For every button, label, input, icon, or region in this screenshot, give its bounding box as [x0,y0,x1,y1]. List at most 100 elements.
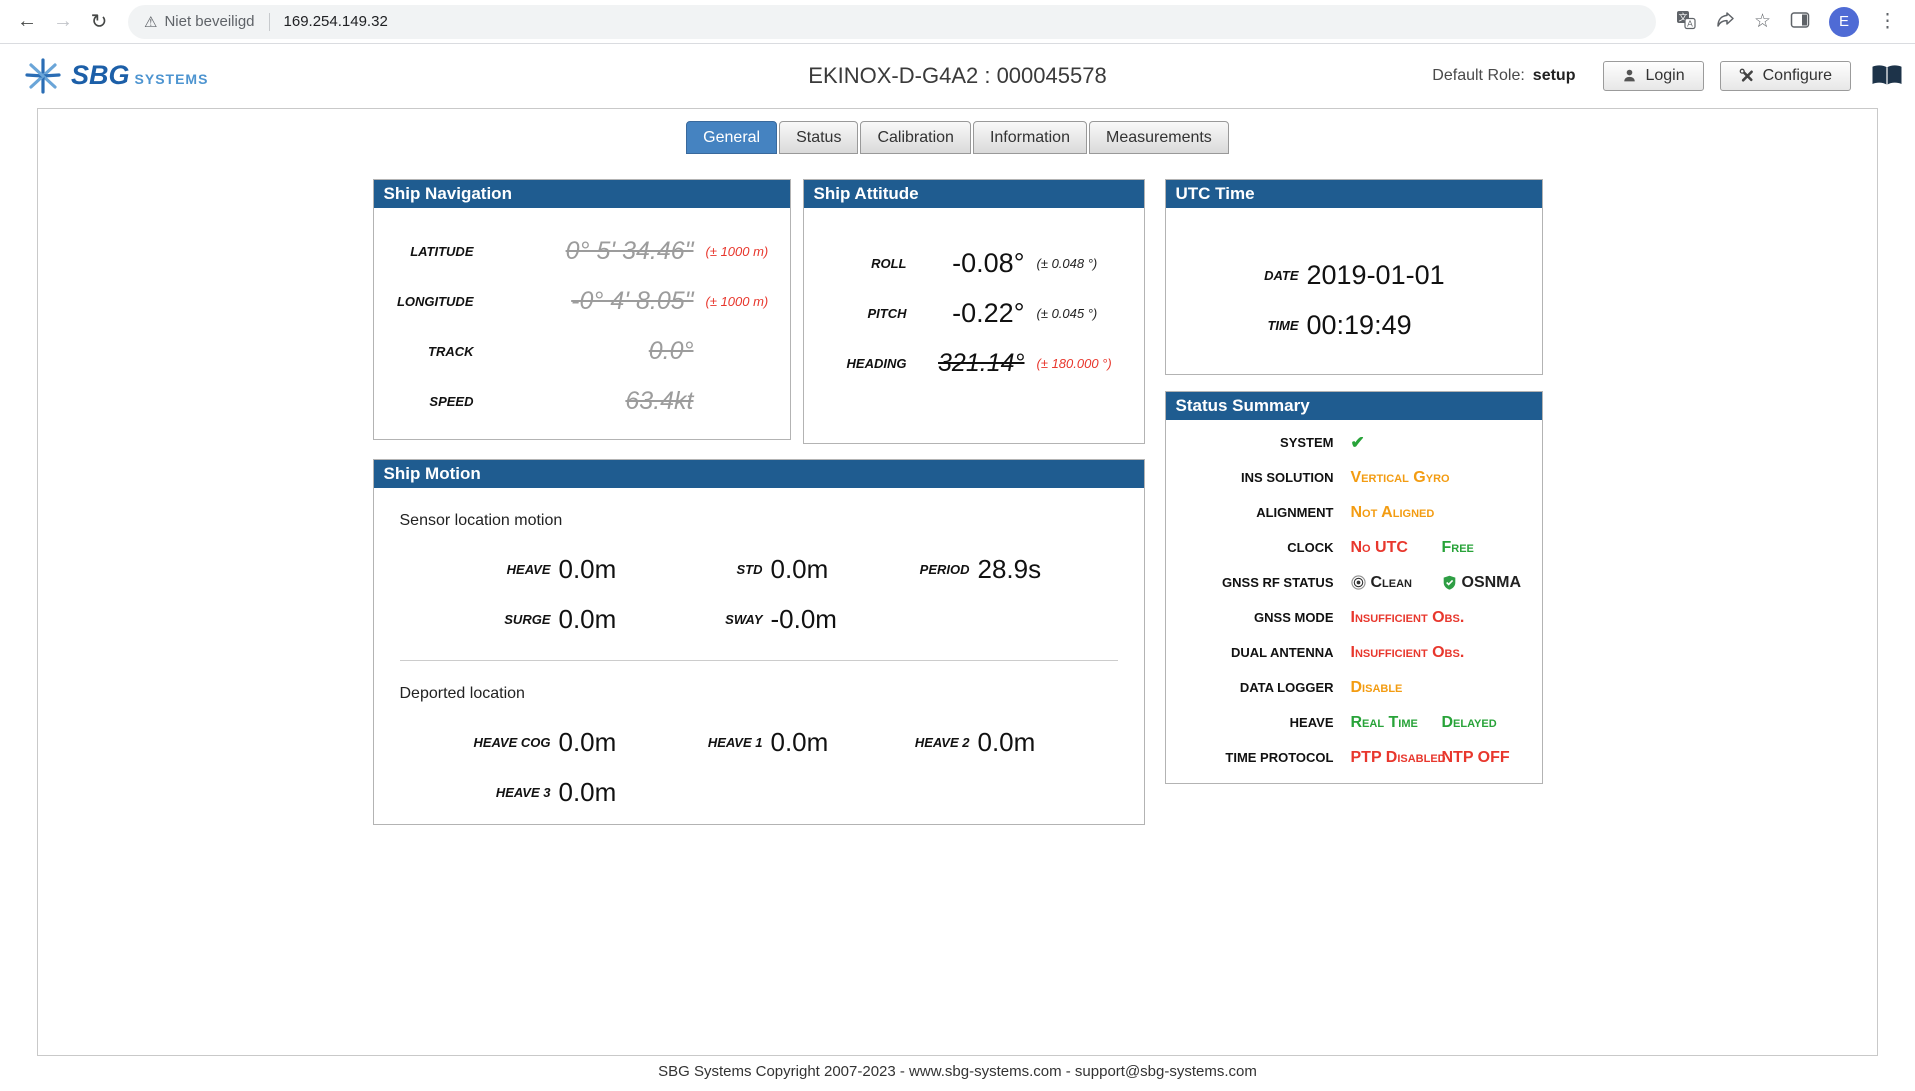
reload-icon[interactable]: ↻ [82,5,116,39]
track-value: 0.0° [474,337,694,366]
check-icon: ✔ [1351,434,1365,451]
person-icon [1622,68,1637,83]
main-content-box: General Status Calibration Information M… [37,108,1878,1056]
shield-check-icon [1442,575,1457,590]
ship-navigation-panel: Ship Navigation LATITUDE 0° 5' 34.46" (±… [373,179,791,440]
roll-accuracy: (± 0.048 °) [1025,256,1144,271]
ship-motion-title: Ship Motion [374,460,1144,488]
toolbar-right-icons: 文 A ☆ E ⋮ [1668,7,1905,37]
status-row-ins-solution: INS SOLUTION Vertical Gyro [1166,460,1542,495]
copyright-footer: SBG Systems Copyright 2007-2023 - www.sb… [0,1063,1915,1080]
documentation-book-icon[interactable] [1871,64,1903,87]
utc-time-row: TIME 00:19:49 [1166,300,1542,350]
login-button[interactable]: Login [1603,61,1703,91]
roll-value: -0.08° [907,248,1025,279]
translate-icon[interactable]: 文 A [1676,10,1696,34]
speed-row: SPEED 63.4kt [374,376,790,426]
tab-measurements[interactable]: Measurements [1089,121,1229,154]
ship-navigation-title: Ship Navigation [374,180,790,208]
pitch-accuracy: (± 0.045 °) [1025,306,1144,321]
pitch-value: -0.22° [907,298,1025,329]
speed-value: 63.4kt [474,387,694,416]
status-summary-title: Status Summary [1166,392,1542,420]
logo-text-secondary: SYSTEMS [135,71,209,87]
status-row-gnss-rf: GNSS RF STATUS Clean [1166,565,1542,600]
motion-row: HEAVE 30.0m [400,767,1118,817]
browser-menu-icon[interactable]: ⋮ [1878,12,1897,31]
latitude-value: 0° 5' 34.46" [474,237,694,266]
sensor-location-motion-title: Sensor location motion [400,512,1118,530]
sbg-logo[interactable]: SBG SYSTEMS [22,55,208,97]
ship-motion-panel: Ship Motion Sensor location motion HEAVE… [373,459,1145,825]
latitude-label: LATITUDE [374,244,474,259]
status-row-system: SYSTEM ✔ [1166,425,1542,460]
ship-attitude-panel: Ship Attitude ROLL -0.08° (± 0.048 °) PI… [803,179,1145,444]
time-label: TIME [1166,318,1299,333]
share-icon[interactable] [1715,10,1735,34]
configure-button[interactable]: Configure [1720,61,1851,91]
motion-divider [400,660,1118,661]
track-label: TRACK [374,344,474,359]
logo-text-primary: SBG [71,60,130,91]
sway-label: SWAY [612,612,771,627]
roll-label: ROLL [804,256,907,271]
heading-value: 321.14° [907,349,1025,378]
tab-bar: General Status Calibration Information M… [38,121,1877,154]
status-row-gnss-mode: GNSS MODE Insufficient Obs. [1166,600,1542,635]
app-header: SBG SYSTEMS EKINOX-D-G4A2 : 000045578 De… [0,44,1915,107]
speed-label: SPEED [374,394,474,409]
utc-time-panel: UTC Time DATE 2019-01-01 TIME 00:19:49 [1165,179,1543,375]
forward-icon[interactable]: → [46,5,80,39]
url-text[interactable]: 169.254.149.32 [284,13,388,30]
time-value: 00:19:49 [1299,310,1542,341]
tab-status[interactable]: Status [779,121,858,154]
tab-calibration[interactable]: Calibration [860,121,970,154]
status-row-alignment: ALIGNMENT Not Aligned [1166,495,1542,530]
heave-value: 0.0m [559,554,617,585]
date-value: 2019-01-01 [1299,260,1542,291]
period-value: 28.9s [978,554,1042,585]
status-row-data-logger: DATA LOGGER Disable [1166,670,1542,705]
sway-value: -0.0m [771,604,837,635]
address-divider [269,13,270,31]
surge-value: 0.0m [559,604,617,635]
bookmark-star-icon[interactable]: ☆ [1754,12,1771,31]
heading-row: HEADING 321.14° (± 180.000 °) [804,338,1144,388]
not-secure-warning-icon[interactable]: ⚠ [144,13,157,31]
longitude-accuracy: (± 1000 m) [694,294,790,309]
status-row-heave: HEAVE Real Time Delayed [1166,705,1542,740]
pitch-row: PITCH -0.22° (± 0.045 °) [804,288,1144,338]
roll-row: ROLL -0.08° (± 0.048 °) [804,238,1144,288]
panels-wrapper: Ship Navigation LATITUDE 0° 5' 34.46" (±… [373,179,1543,825]
role-label: Default Role: [1432,67,1525,85]
deported-location-title: Deported location [400,685,1118,703]
pitch-label: PITCH [804,306,907,321]
tab-general[interactable]: General [686,121,777,154]
latitude-accuracy: (± 1000 m) [694,244,790,259]
address-bar[interactable]: ⚠ Niet beveiligd 169.254.149.32 [128,5,1656,39]
latitude-row: LATITUDE 0° 5' 34.46" (± 1000 m) [374,226,790,276]
status-row-dual-antenna: DUAL ANTENNA Insufficient Obs. [1166,635,1542,670]
track-row: TRACK 0.0° [374,326,790,376]
heading-accuracy: (± 180.000 °) [1025,356,1144,371]
sbg-logo-starburst-icon [22,55,64,97]
utc-time-title: UTC Time [1166,180,1542,208]
role-value: setup [1533,67,1576,85]
status-summary-panel: Status Summary SYSTEM ✔ INS SOLUTION Ver… [1165,391,1543,784]
longitude-value: -0° 4' 8.05" [474,287,694,316]
tab-information[interactable]: Information [973,121,1087,154]
side-panel-icon[interactable] [1790,11,1810,33]
back-icon[interactable]: ← [10,5,44,39]
status-row-time-protocol: TIME PROTOCOL PTP Disabled NTP OFF [1166,740,1542,775]
configure-label: Configure [1763,67,1832,85]
surge-label: SURGE [400,612,559,627]
security-label[interactable]: Niet beveiligd [164,13,254,30]
profile-avatar[interactable]: E [1829,7,1859,37]
motion-row: HEAVE0.0m STD0.0m PERIOD28.9s [400,544,1118,594]
heave-cog-value: 0.0m [559,727,617,758]
longitude-row: LONGITUDE -0° 4' 8.05" (± 1000 m) [374,276,790,326]
browser-toolbar: ← → ↻ ⚠ Niet beveiligd 169.254.149.32 文 … [0,0,1915,44]
heave-2-value: 0.0m [978,727,1036,758]
header-actions: Default Role: setup Login Configure [1432,61,1903,91]
heave-label: HEAVE [400,562,559,577]
